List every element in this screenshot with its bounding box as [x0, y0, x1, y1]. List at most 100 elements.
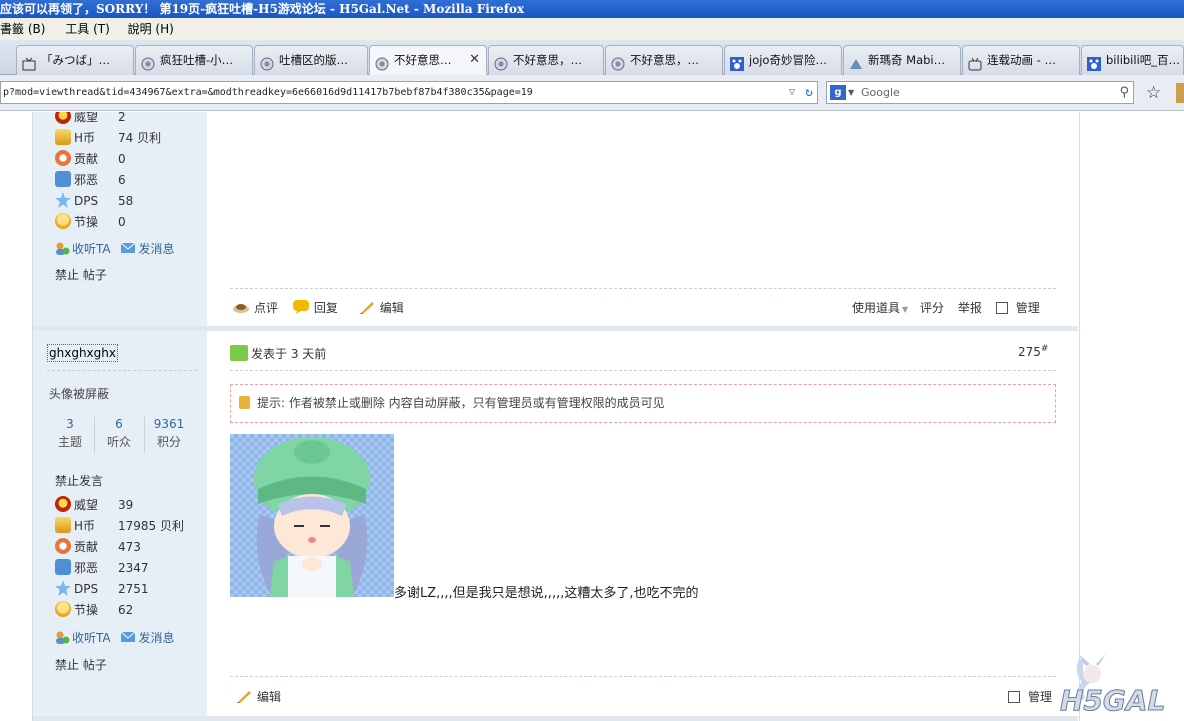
stat-hbi: H币 17985 贝利: [55, 516, 184, 536]
user-online-icon: [230, 345, 248, 361]
h5gal-icon: [375, 53, 389, 71]
tab-3[interactable]: 吐槽区的版…: [254, 45, 368, 75]
post-body-text: 多谢LZ,,,,但是我只是想说,,,,,这糟太多了,也吃不完的: [394, 586, 699, 601]
divider: [230, 370, 1056, 371]
menu-bookmarks[interactable]: 書籤 (B): [0, 18, 45, 40]
tab-label: 吐槽区的版…: [279, 53, 348, 67]
follow-line: 收听TA 发消息: [54, 629, 174, 647]
manage-checkbox[interactable]: 管理: [1008, 690, 1052, 704]
edit-button[interactable]: 编辑: [235, 690, 281, 704]
message-button[interactable]: 发消息: [120, 631, 174, 645]
author-status: 禁止发言: [55, 474, 104, 488]
tab-8[interactable]: 新瑪奇 Mabi…: [843, 45, 961, 75]
tab-7[interactable]: jojo奇妙冒险…: [724, 45, 842, 75]
count-topics[interactable]: 3 主题: [45, 415, 95, 451]
tab-1[interactable]: 「みつば」…: [16, 45, 134, 75]
h5gal-icon: [141, 53, 155, 71]
count-listeners[interactable]: 6 听众: [94, 415, 144, 451]
close-icon[interactable]: ✕: [469, 46, 480, 74]
divider: [230, 288, 1056, 289]
tab-label: 新瑪奇 Mabi…: [868, 53, 946, 67]
author-username[interactable]: ghxghxghx: [47, 344, 118, 362]
stat-dps: DPS 2751: [55, 579, 149, 599]
puzzle-icon: [55, 559, 71, 575]
report-button[interactable]: 举报: [958, 301, 982, 315]
url-bar[interactable]: p?mod=viewthread&tid=434967&extra=&modth…: [0, 81, 818, 104]
tab-label: 疯狂吐槽-小…: [160, 53, 234, 67]
menu-help[interactable]: 說明 (H): [128, 18, 174, 40]
message-button[interactable]: 发消息: [120, 242, 174, 256]
prev-stat-weiwang: 威望 2: [55, 112, 126, 127]
pencil-icon: [358, 300, 376, 314]
count-points[interactable]: 9361 积分: [144, 415, 194, 451]
google-icon[interactable]: g: [830, 85, 846, 100]
tab-2[interactable]: 疯狂吐槽-小…: [135, 45, 253, 75]
post-image[interactable]: [230, 434, 394, 597]
follow-button[interactable]: 收听TA: [54, 242, 111, 256]
reply-button[interactable]: 回复: [292, 300, 338, 315]
search-placeholder: Google: [861, 86, 900, 99]
tab-label: 不好意思…: [394, 53, 452, 67]
avatar-hidden-note: 头像被屏蔽: [49, 387, 110, 401]
tab-label: 不好意思，…: [513, 53, 582, 67]
follow-button[interactable]: 收听TA: [54, 631, 111, 645]
tab-strip: 「みつば」… 疯狂吐槽-小… 吐槽区的版… 不好意思… ✕ 不好意思，… 不好意…: [0, 40, 1184, 76]
toolbar-overflow-icon[interactable]: [1176, 83, 1184, 103]
page-content: 威望 2 H币 74 贝利 贡献 0 邪恶 6 DPS 58 节操 0 收听TA 发消息 禁…: [0, 112, 1184, 721]
comment-button[interactable]: 点评: [232, 301, 278, 315]
tab-label: 连载动画 - …: [987, 53, 1056, 67]
bulb-icon: [55, 601, 71, 617]
bookmark-star-icon[interactable]: ☆: [1146, 83, 1161, 103]
tab-5[interactable]: 不好意思，…: [488, 45, 604, 75]
h5gal-icon: [611, 53, 625, 71]
crown-icon: [55, 496, 71, 512]
dropdown-arrow-icon[interactable]: ▽: [789, 82, 795, 103]
bulb-icon: [55, 213, 71, 229]
rate-button[interactable]: 评分: [920, 301, 944, 315]
coin-stack-icon: [55, 129, 71, 145]
envelope-icon: [120, 630, 136, 644]
svg-text:H5GAL: H5GAL: [1060, 684, 1165, 717]
menu-bar: 書籤 (B) 工具 (T) 說明 (H): [0, 18, 1184, 40]
coffee-icon: [232, 300, 250, 314]
tab-4-active[interactable]: 不好意思… ✕: [369, 45, 487, 76]
menu-tools[interactable]: 工具 (T): [65, 18, 110, 40]
floor-number[interactable]: 275#: [1018, 344, 1048, 359]
prev-stat-dps: DPS 58: [55, 191, 133, 211]
star-icon: [55, 192, 71, 208]
blocked-notice: 提示: 作者被禁止或删除 内容自动屏蔽，只有管理员或有管理权限的成员可见: [230, 384, 1056, 423]
prev-post-tools: 使用道具 ▼ 评分 举报 管理: [852, 298, 1040, 318]
search-input[interactable]: g ▼ Google ⚲: [826, 81, 1134, 104]
tab-9[interactable]: 连载动画 - …: [962, 45, 1080, 75]
reload-icon[interactable]: ↻: [805, 82, 813, 103]
crown-icon: [55, 112, 71, 124]
manage-checkbox[interactable]: 管理: [995, 301, 1040, 315]
prev-stat-xiee: 邪恶 6: [55, 170, 126, 190]
edit-button[interactable]: 编辑: [358, 301, 404, 315]
tab-label: jojo奇妙冒险…: [749, 53, 827, 67]
post-time: 发表于 3 天前: [230, 345, 326, 363]
ban-links[interactable]: 禁止 帖子: [55, 656, 107, 673]
h5gal-icon: [494, 53, 508, 71]
use-item-button[interactable]: 使用道具 ▼: [852, 301, 908, 315]
stat-gongxian: 贡献 473: [55, 537, 141, 557]
bilibili-tv-icon: [968, 53, 982, 71]
h5gal-logo[interactable]: H5GAL: [1056, 652, 1176, 718]
post-separator: [33, 716, 1078, 721]
coin-stack-icon: [55, 517, 71, 533]
chevron-down-icon: ▼: [902, 305, 909, 314]
divider: [47, 370, 197, 371]
search-icon[interactable]: ⚲: [1119, 82, 1129, 103]
checkbox-icon: [995, 302, 1008, 314]
prev-ban-links[interactable]: 禁止 帖子: [55, 266, 107, 283]
follow-icon: [54, 630, 70, 644]
author-counts: 3 主题 6 听众 9361 积分: [45, 415, 195, 455]
tab-label: bilibili吧_百…: [1106, 53, 1181, 67]
prev-follow-line: 收听TA 发消息: [54, 240, 174, 258]
tv-icon: [22, 53, 36, 71]
tab-10[interactable]: bilibili吧_百…: [1081, 45, 1184, 75]
pencil-icon: [235, 689, 253, 703]
chevron-down-icon[interactable]: ▼: [848, 82, 854, 103]
window-title: 应该可以再领了，SORRY！ 第19页-疯狂吐槽-H5游戏论坛 - H5Gal.…: [0, 2, 525, 16]
tab-6[interactable]: 不好意思，…: [605, 45, 723, 75]
